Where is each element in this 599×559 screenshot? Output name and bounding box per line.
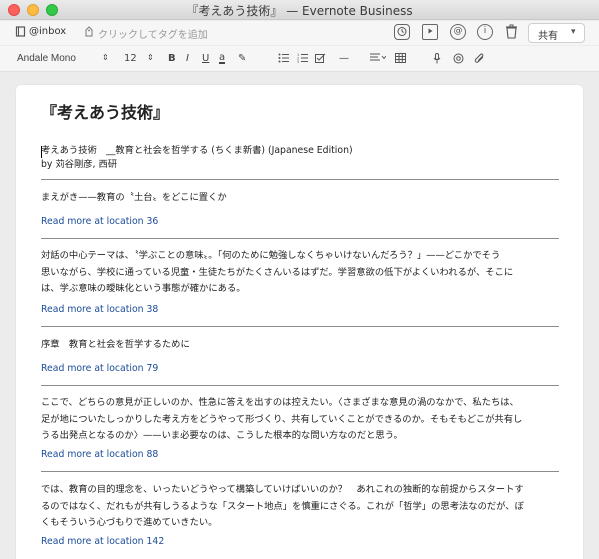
notebook-selector[interactable]: @inbox [29,26,66,37]
highlight-line: 足が地についたしっかりした考え方をどうやって形づくり、共有していくことができるの… [41,413,523,425]
read-more-link[interactable]: Read more at location 36 [41,216,158,227]
highlight-text: では、教育の目的理念を、いったいどうやって構築していけばいいのか？ あれこれの独… [41,482,561,532]
read-more-link[interactable]: Read more at location 88 [41,449,158,460]
font-size-select[interactable]: 12 [124,53,137,64]
highlight-text: まえがき——教育の〝土台〟をどこに置くか [41,190,561,207]
at-icon[interactable]: @ [450,24,466,40]
bold-button[interactable]: B [168,53,176,64]
read-more-link[interactable]: Read more at location 79 [41,363,158,374]
highlight-line: くもそういう心づもりで進めていきたい。 [41,517,218,528]
formatting-toolbar: Andale Mono ⇕ 12 ⇕ B I U a ✎ 123 — [0,46,599,72]
microphone-icon[interactable] [433,53,441,67]
divider [41,471,559,472]
divider [41,326,559,327]
italic-button[interactable]: I [186,53,189,64]
chevron-down-icon[interactable]: ▾ [571,27,576,37]
highlight-text: 序章 教育と社会を哲学するために [41,337,561,354]
read-more-link[interactable]: Read more at location 38 [41,304,158,315]
checkbox-icon[interactable] [315,53,326,67]
highlight-line: 思いながら、学校に通っている児童・生徒たちがたくさんいるはずだ。学習意欲の低下が… [41,266,514,278]
share-label: 共有 [538,31,558,42]
note-header-bar: @inbox クリックしてタグを追加 @ i 共有 ▾ [0,21,599,45]
window-titlebar: 『考えあう技術』 — Evernote Business [0,0,599,20]
horizontal-rule-icon[interactable]: — [339,53,349,64]
highlight-text: ここで、どちらの意見が正しいのか、性急に答えを出すのは控えたい。〈さまざまな意見… [41,395,561,445]
window-title: 『考えあう技術』 — Evernote Business [186,4,413,18]
attachment-icon[interactable] [474,53,485,67]
highlight-line: では、教育の目的理念を、いったいどうやって構築していけばいいのか？ あれこれの独… [41,484,524,495]
highlight-line: 対話の中心テーマは、〝学ぶことの意味〟。「何のために勉強しなくちゃいけないんだろ… [41,250,501,261]
highlight-line: るのではなく、だれもが共有しうるような「スタート地点」を慎重にさぐる。これが「哲… [41,500,524,512]
svg-text:3: 3 [297,60,299,63]
tag-icon [84,26,94,40]
share-button[interactable]: 共有 ▾ [528,23,585,43]
font-family-stepper-icon[interactable]: ⇕ [102,53,109,62]
trash-icon[interactable] [503,24,519,40]
divider [41,238,559,239]
note-title[interactable]: 『考えあう技術』 [41,99,169,123]
info-icon[interactable]: i [477,24,493,40]
read-more-link[interactable]: Read more at location 142 [41,536,164,547]
bullet-list-icon[interactable] [278,53,290,66]
divider [41,385,559,386]
presentation-icon[interactable] [422,24,438,40]
font-size-stepper-icon[interactable]: ⇕ [147,53,154,62]
text-color-button[interactable]: a [219,53,226,64]
camera-icon[interactable] [453,53,464,67]
table-icon[interactable] [395,53,406,66]
reminder-icon[interactable] [394,24,410,40]
underline-button[interactable]: U [202,53,209,64]
font-family-select[interactable]: Andale Mono [17,53,76,64]
highlight-line: うる出発点となるのか〉——いま必要なのは、こうした根本的な問い方なのだと思う。 [41,430,403,441]
author-line: by 苅谷剛彦, 西研 [41,159,118,170]
numbered-list-icon[interactable]: 123 [297,53,309,66]
notebook-icon[interactable] [15,26,26,40]
align-icon[interactable] [370,53,387,66]
highlight-line: は、学ぶ意味の曖昧化という事態が確かにある。 [41,283,246,294]
highlight-line: 序章 教育と社会を哲学するために [41,339,190,350]
highlight-line: まえがき——教育の〝土台〟をどこに置くか [41,192,227,203]
tag-input[interactable]: クリックしてタグを追加 [98,26,208,41]
highlighter-icon[interactable]: ✎ [238,53,246,64]
highlight-line: ここで、どちらの意見が正しいのか、性急に答えを出すのは控えたい。〈さまざまな意見… [41,397,519,408]
highlight-text: 対話の中心テーマは、〝学ぶことの意味〟。「何のために勉強しなくちゃいけないんだろ… [41,248,561,298]
divider [41,179,559,180]
